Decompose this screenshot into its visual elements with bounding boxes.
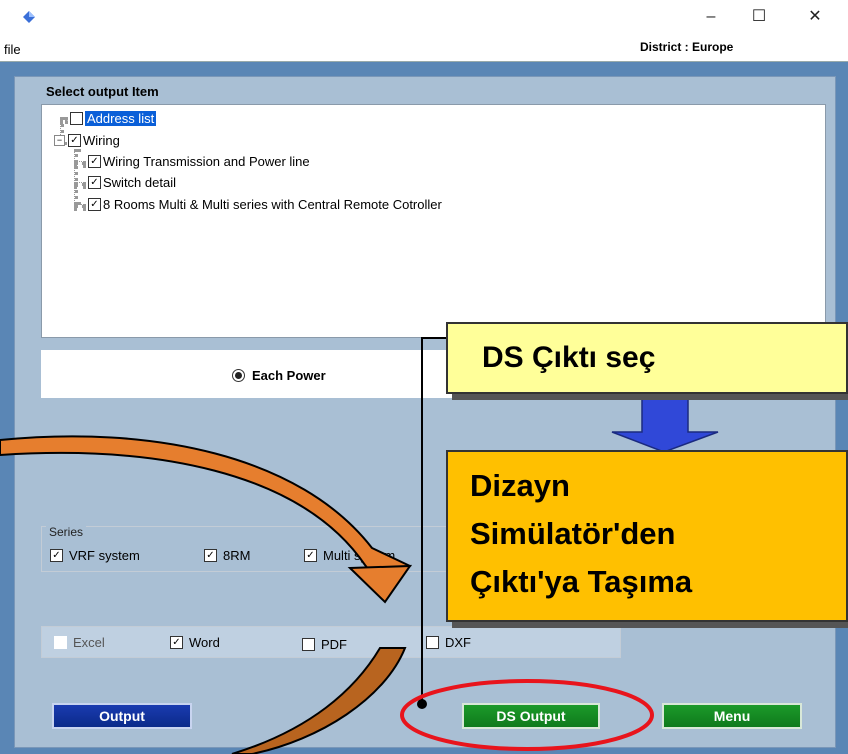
tree-item-switch-detail[interactable]: ✓ Switch detail [88, 172, 176, 193]
checkbox-unchecked-icon[interactable] [70, 112, 83, 125]
select-output-heading: Select output Item [46, 84, 159, 99]
checkbox-checked-icon[interactable]: ✓ [170, 636, 183, 649]
multi-system-checkbox[interactable]: ✓ Multi system [304, 548, 395, 563]
checkbox-checked-icon[interactable]: ✓ [50, 549, 63, 562]
each-power-radio[interactable]: Each Power [232, 368, 326, 383]
checkbox-checked-icon[interactable]: ✓ [304, 549, 317, 562]
tree-item-label: Switch detail [103, 175, 176, 190]
tree-item-label: 8 Rooms Multi & Multi series with Centra… [103, 197, 442, 212]
menu-file[interactable]: file [4, 42, 21, 57]
checkbox-checked-icon[interactable]: ✓ [88, 198, 101, 211]
word-checkbox[interactable]: ✓ Word [170, 635, 220, 650]
dxf-checkbox[interactable]: DXF [426, 635, 471, 650]
pdf-label: PDF [321, 637, 347, 652]
callout-select-ds: DS Çıktı seç [446, 322, 848, 394]
minimize-icon[interactable]: – [700, 6, 722, 28]
each-power-label: Each Power [252, 368, 326, 383]
multi-system-label: Multi system [323, 548, 396, 563]
callout-line: Simülatör'den [470, 516, 676, 551]
tree-connector [74, 204, 86, 208]
ds-output-button[interactable]: DS Output [462, 703, 600, 729]
output-button[interactable]: Output [52, 703, 192, 729]
callout-line: Dizayn [470, 468, 570, 503]
vrf-system-label: VRF system [69, 548, 140, 563]
tree-item-wiring[interactable]: − ✓ Wiring [54, 130, 120, 151]
checkbox-checked-icon[interactable]: ✓ [68, 134, 81, 147]
tree-item-8-rooms-multi[interactable]: ✓ 8 Rooms Multi & Multi series with Cent… [88, 194, 442, 215]
tree-connector [74, 161, 86, 165]
district-label: District : Europe [640, 40, 734, 54]
checkbox-checked-icon[interactable]: ✓ [204, 549, 217, 562]
pdf-checkbox[interactable]: PDF [302, 637, 347, 652]
tree-item-label: Wiring [83, 133, 120, 148]
diamond-app-icon [23, 11, 35, 23]
menu-button[interactable]: Menu [662, 703, 802, 729]
tree-item-label: Address list [85, 111, 157, 126]
8rm-checkbox[interactable]: ✓ 8RM [204, 548, 250, 563]
title-bar: – ☐ ✕ [0, 0, 848, 34]
checkbox-checked-icon[interactable]: ✓ [88, 176, 101, 189]
series-group-label: Series [46, 525, 87, 539]
checkbox-unchecked-icon[interactable] [426, 636, 439, 649]
tree-item-wiring-transmission[interactable]: ✓ Wiring Transmission and Power line [88, 151, 310, 172]
menu-bar: file District : Europe [0, 34, 848, 62]
excel-label: Excel [73, 635, 105, 650]
collapse-icon[interactable]: − [54, 135, 65, 146]
checkbox-checked-icon[interactable]: ✓ [88, 155, 101, 168]
tree-connector [74, 149, 78, 205]
vrf-system-checkbox[interactable]: ✓ VRF system [50, 548, 140, 563]
word-label: Word [189, 635, 220, 650]
8rm-label: 8RM [223, 548, 251, 563]
output-item-tree[interactable]: Address list − ✓ Wiring ✓ Wiring Transmi… [41, 104, 826, 338]
checkbox-unchecked-icon[interactable] [302, 638, 315, 651]
excel-checkbox[interactable]: Excel [54, 635, 105, 650]
checkbox-disabled-icon [54, 636, 67, 649]
close-icon[interactable]: ✕ [804, 6, 826, 28]
tree-item-label: Wiring Transmission and Power line [103, 154, 310, 169]
tree-connector [74, 182, 86, 186]
maximize-icon[interactable]: ☐ [748, 6, 770, 28]
radio-selected-icon[interactable] [232, 369, 245, 382]
callout-design-simulator: Dizayn Simülatör'den Çıktı'ya Taşıma [446, 450, 848, 622]
dxf-label: DXF [445, 635, 471, 650]
tree-connector [60, 117, 68, 121]
callout-line: Çıktı'ya Taşıma [470, 564, 693, 599]
tree-item-address-list[interactable]: Address list [70, 108, 157, 129]
